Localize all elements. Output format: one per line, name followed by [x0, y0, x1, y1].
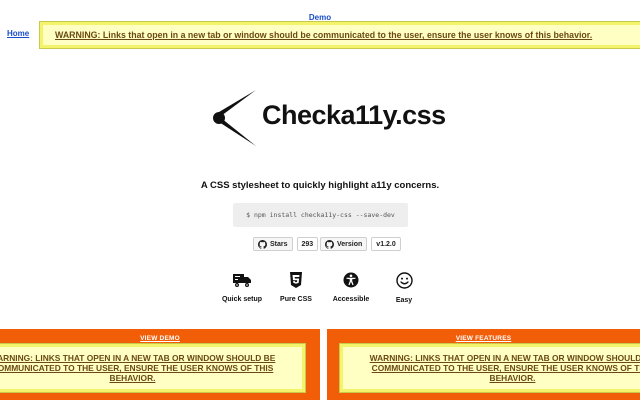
- feature-accessible: Accessible: [321, 272, 381, 303]
- install-command-text: $ npm install checka11y-css --save-dev: [246, 211, 395, 219]
- accessibility-icon: [343, 272, 359, 288]
- logo: Checka11y.css: [210, 88, 446, 150]
- version-label: Version: [337, 240, 363, 248]
- home-link[interactable]: Home: [7, 29, 29, 38]
- truck-icon: [233, 274, 251, 287]
- panel-warning-banner[interactable]: WARNING: LINKS THAT OPEN IN A NEW TAB OR…: [339, 343, 640, 393]
- github-icon: [258, 239, 267, 249]
- view-demo-link[interactable]: VIEW DEMO: [0, 335, 320, 342]
- smile-icon: [395, 272, 413, 289]
- stars-button[interactable]: Stars: [253, 237, 293, 251]
- version-value[interactable]: v1.2.0: [371, 237, 401, 251]
- panel-warning-text: WARNING: LINKS THAT OPEN IN A NEW TAB OR…: [0, 353, 276, 383]
- logo-text: Checka11y.css: [262, 100, 446, 130]
- accessibility-logo-icon: [213, 90, 256, 146]
- view-demo-panel[interactable]: VIEW DEMO WARNING: LINKS THAT OPEN IN A …: [0, 329, 320, 400]
- demo-link[interactable]: Demo: [309, 13, 331, 22]
- feature-easy: Easy: [374, 272, 434, 304]
- new-tab-warning-banner[interactable]: WARNING: Links that open in a new tab or…: [39, 21, 640, 49]
- view-features-link[interactable]: VIEW FEATURES: [327, 335, 640, 342]
- feature-pure-css: Pure CSS: [266, 272, 326, 303]
- view-features-panel[interactable]: VIEW FEATURES WARNING: LINKS THAT OPEN I…: [327, 329, 640, 400]
- feature-label: Quick setup: [221, 296, 263, 303]
- install-command: $ npm install checka11y-css --save-dev: [233, 203, 408, 227]
- feature-quick-setup: Quick setup: [212, 272, 272, 303]
- version-badge[interactable]: Version v1.2.0: [320, 237, 401, 251]
- version-button[interactable]: Version: [320, 237, 368, 251]
- panel-warning-text: WARNING: LINKS THAT OPEN IN A NEW TAB OR…: [369, 353, 640, 383]
- tagline: A CSS stylesheet to quickly highlight a1…: [200, 180, 440, 191]
- css3-icon: [290, 272, 302, 288]
- feature-label: Pure CSS: [280, 296, 312, 303]
- stars-badge[interactable]: Stars 293: [253, 237, 319, 251]
- feature-label: Easy: [395, 297, 413, 304]
- github-icon: [325, 239, 334, 249]
- panel-warning-banner[interactable]: WARNING: LINKS THAT OPEN IN A NEW TAB OR…: [0, 343, 306, 393]
- feature-label: Accessible: [332, 296, 370, 303]
- warning-text: WARNING: Links that open in a new tab or…: [55, 30, 593, 40]
- nav-demo: Demo: [0, 13, 640, 22]
- stars-count[interactable]: 293: [296, 237, 319, 251]
- stars-label: Stars: [270, 240, 288, 248]
